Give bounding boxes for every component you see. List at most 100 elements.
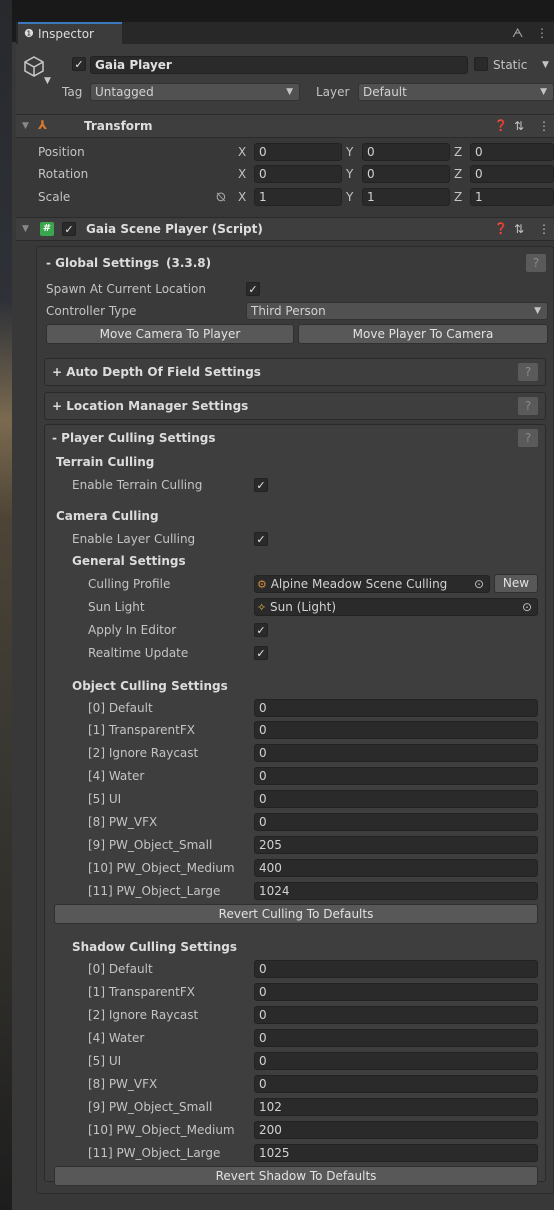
shadow-row-input[interactable]: 0	[254, 983, 538, 1001]
object-row-input[interactable]: 0	[254, 767, 538, 785]
shadow-row-label: [5] UI	[88, 1054, 122, 1068]
tag-dropdown[interactable]: Untagged ▼	[90, 83, 300, 101]
object-picker-icon[interactable]: ⊙	[522, 598, 532, 616]
object-row-label: [4] Water	[88, 769, 145, 783]
object-row-input[interactable]: 205	[254, 836, 538, 854]
axis-x-label[interactable]: X	[238, 188, 246, 206]
help-icon[interactable]: ?	[518, 363, 538, 381]
realtime-update-label: Realtime Update	[88, 646, 189, 660]
help-icon[interactable]: ?	[518, 429, 538, 447]
axis-x-label[interactable]: X	[238, 165, 246, 183]
axis-y-label[interactable]: Y	[346, 188, 353, 206]
kebab-menu-icon[interactable]: ⋮	[536, 24, 548, 42]
axis-z-label[interactable]: Z	[454, 165, 462, 183]
culling-profile-field[interactable]: ⚙ Alpine Meadow Scene Culling	[254, 575, 490, 593]
general-settings-header: General Settings	[72, 554, 186, 568]
settings-sliders-icon[interactable]: ⇅	[514, 220, 524, 238]
shadow-row-input[interactable]: 1025	[254, 1144, 538, 1162]
object-row-input[interactable]: 400	[254, 859, 538, 877]
dof-settings-label: + Auto Depth Of Field Settings	[52, 365, 261, 379]
axis-y-label[interactable]: Y	[346, 143, 353, 161]
axis-z-label[interactable]: Z	[454, 188, 462, 206]
help-icon[interactable]: ?	[518, 397, 538, 415]
help-icon[interactable]: ❓	[494, 117, 508, 135]
kebab-menu-icon[interactable]: ⋮	[538, 117, 550, 135]
constrain-proportions-icon[interactable]: ⦰	[216, 188, 226, 206]
position-x-input[interactable]: 0	[254, 143, 342, 161]
static-label: Static	[493, 58, 528, 72]
scale-y-input[interactable]: 1	[362, 188, 450, 206]
top-toolbar-strip	[12, 0, 554, 20]
script-enabled-checkbox[interactable]: ✓	[62, 222, 76, 236]
object-header	[16, 44, 554, 114]
layer-value: Default	[363, 85, 407, 99]
transform-icon: ⅄	[38, 118, 48, 132]
axis-x-label[interactable]: X	[238, 143, 246, 161]
object-row-label: [5] UI	[88, 792, 122, 806]
controller-type-dropdown[interactable]: Third Person ▼	[246, 302, 548, 320]
new-profile-button[interactable]: New	[494, 574, 538, 593]
object-row-input[interactable]: 0	[254, 744, 538, 762]
object-picker-icon[interactable]: ⊙	[474, 575, 484, 593]
lock-icon[interactable]: ᗅ	[512, 24, 523, 42]
static-dropdown-icon[interactable]: ▼	[542, 56, 549, 74]
settings-sliders-icon[interactable]: ⇅	[514, 117, 524, 135]
object-row-input[interactable]: 0	[254, 721, 538, 739]
object-row-input[interactable]: 1024	[254, 882, 538, 900]
scale-z-input[interactable]: 1	[470, 188, 554, 206]
rotation-y-input[interactable]: 0	[362, 165, 450, 183]
object-row-label: [11] PW_Object_Large	[88, 884, 221, 898]
move-camera-to-player-button[interactable]: Move Camera To Player	[46, 324, 294, 344]
revert-culling-button[interactable]: Revert Culling To Defaults	[54, 904, 538, 924]
realtime-update-checkbox[interactable]: ✓	[254, 646, 268, 660]
help-icon[interactable]: ?	[526, 254, 546, 272]
player-culling-header[interactable]: - Player Culling Settings	[52, 429, 216, 447]
rotation-z-input[interactable]: 0	[470, 165, 554, 183]
move-player-to-camera-button[interactable]: Move Player To Camera	[298, 324, 548, 344]
enable-layer-culling-checkbox[interactable]: ✓	[254, 532, 268, 546]
enable-layer-culling-label: Enable Layer Culling	[72, 532, 196, 546]
static-checkbox[interactable]	[474, 57, 488, 71]
tab-inspector[interactable]: ❶ Inspector	[18, 22, 122, 44]
tab-title: Inspector	[38, 27, 94, 41]
revert-shadow-button[interactable]: Revert Shadow To Defaults	[54, 1166, 538, 1186]
shadow-row-input[interactable]: 102	[254, 1098, 538, 1116]
transform-title: Transform	[84, 119, 153, 133]
shadow-culling-header: Shadow Culling Settings	[72, 940, 238, 954]
shadow-row-input[interactable]: 0	[254, 960, 538, 978]
location-manager-label: + Location Manager Settings	[52, 399, 249, 413]
axis-z-label[interactable]: Z	[454, 143, 462, 161]
scale-x-input[interactable]: 1	[254, 188, 342, 206]
rotation-x-input[interactable]: 0	[254, 165, 342, 183]
scene-view-strip	[0, 0, 12, 1210]
shadow-row-input[interactable]: 0	[254, 1006, 538, 1024]
chevron-down-icon: ▼	[534, 306, 541, 316]
axis-y-label[interactable]: Y	[346, 165, 353, 183]
layer-label: Layer	[316, 85, 350, 99]
shadow-row-label: [10] PW_Object_Medium	[88, 1123, 235, 1137]
object-row-input[interactable]: 0	[254, 699, 538, 717]
position-y-input[interactable]: 0	[362, 143, 450, 161]
apply-in-editor-checkbox[interactable]: ✓	[254, 623, 268, 637]
help-icon[interactable]: ❓	[494, 220, 508, 238]
spawn-checkbox[interactable]: ✓	[246, 282, 260, 296]
object-row-label: [0] Default	[88, 701, 153, 715]
shadow-row-input[interactable]: 0	[254, 1052, 538, 1070]
enable-terrain-culling-label: Enable Terrain Culling	[72, 478, 203, 492]
position-z-input[interactable]: 0	[470, 143, 554, 161]
active-checkbox[interactable]: ✓	[72, 57, 86, 71]
global-settings-header[interactable]: - Global Settings	[46, 254, 159, 272]
sun-light-label: Sun Light	[88, 600, 145, 614]
sun-light-field[interactable]: ✧ Sun (Light)	[254, 598, 538, 616]
enable-terrain-culling-checkbox[interactable]: ✓	[254, 478, 268, 492]
shadow-row-input[interactable]: 0	[254, 1029, 538, 1047]
prefab-dropdown-icon[interactable]: ▼	[44, 72, 51, 90]
shadow-row-label: [2] Ignore Raycast	[88, 1008, 199, 1022]
object-row-input[interactable]: 0	[254, 790, 538, 808]
shadow-row-input[interactable]: 200	[254, 1121, 538, 1139]
object-name-input[interactable]: Gaia Player	[90, 56, 468, 74]
kebab-menu-icon[interactable]: ⋮	[538, 220, 550, 238]
layer-dropdown[interactable]: Default ▼	[358, 83, 554, 101]
object-row-input[interactable]: 0	[254, 813, 538, 831]
shadow-row-input[interactable]: 0	[254, 1075, 538, 1093]
